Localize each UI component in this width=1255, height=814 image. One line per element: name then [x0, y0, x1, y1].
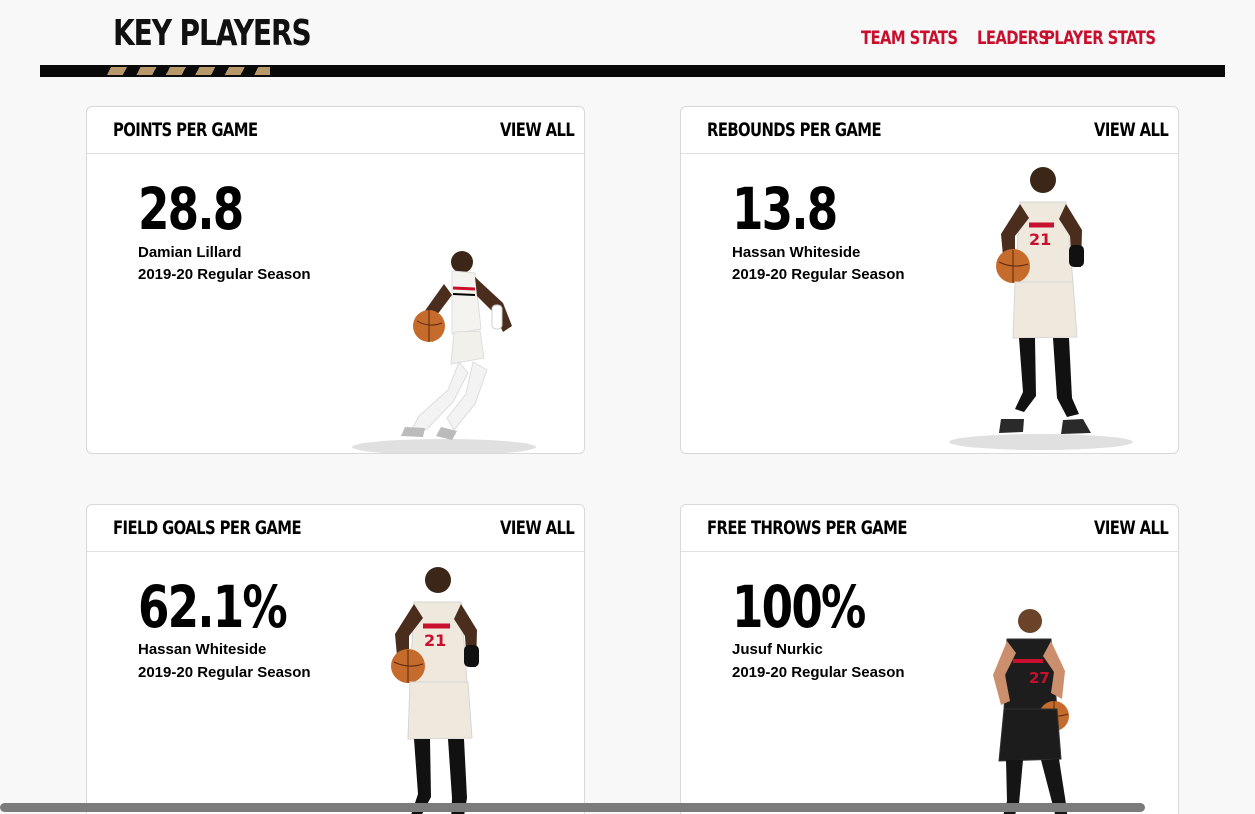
player-photo: [352, 251, 536, 453]
stat-value: 28.8: [138, 175, 244, 243]
player-photo: 21: [391, 567, 479, 814]
player-name: Hassan Whiteside: [732, 244, 861, 261]
field-goals-card: FIELD GOALS PER GAME VIEW ALL 62.1% Hass…: [86, 504, 585, 814]
card-title: FREE THROWS PER GAME: [707, 517, 907, 539]
stat-value: 13.8: [732, 175, 838, 243]
player-photo: 27: [993, 609, 1069, 814]
season-label: 2019-20 Regular Season: [138, 266, 311, 283]
player-photo: 21: [949, 167, 1133, 450]
page-title: KEY PLAYERS: [113, 13, 312, 54]
svg-text:21: 21: [424, 631, 446, 650]
card-title: REBOUNDS PER GAME: [707, 119, 882, 141]
player-name: Jusuf Nurkic: [732, 641, 823, 658]
card-header: FREE THROWS PER GAME VIEW ALL: [681, 505, 1178, 552]
season-label: 2019-20 Regular Season: [732, 266, 905, 283]
stat-value: 62.1%: [138, 573, 288, 641]
nav-player-stats[interactable]: PLAYER STATS: [1044, 26, 1156, 50]
view-all-link[interactable]: VIEW ALL: [1094, 119, 1169, 141]
svg-text:27: 27: [1029, 669, 1050, 687]
free-throws-card: FREE THROWS PER GAME VIEW ALL 100% Jusuf…: [680, 504, 1179, 814]
view-all-link[interactable]: VIEW ALL: [500, 517, 575, 539]
horizontal-scrollbar[interactable]: [0, 803, 1145, 812]
svg-text:21: 21: [1029, 230, 1051, 249]
header-stripe: [40, 65, 1225, 77]
stripe-pattern: [98, 67, 270, 75]
view-all-link[interactable]: VIEW ALL: [500, 119, 575, 141]
card-header: REBOUNDS PER GAME VIEW ALL: [681, 107, 1178, 154]
page-header: KEY PLAYERS TEAM STATS LEADERS PLAYER ST…: [0, 0, 1255, 80]
nav-leaders[interactable]: LEADERS: [977, 26, 1049, 50]
season-label: 2019-20 Regular Season: [732, 664, 905, 681]
player-name: Hassan Whiteside: [138, 641, 267, 658]
points-card: POINTS PER GAME VIEW ALL 28.8 Damian Lil…: [86, 106, 585, 454]
card-title: POINTS PER GAME: [113, 119, 258, 141]
stat-value: 100%: [732, 573, 866, 641]
card-title: FIELD GOALS PER GAME: [113, 517, 302, 539]
rebounds-card: REBOUNDS PER GAME VIEW ALL 13.8 Hassan W…: [680, 106, 1179, 454]
view-all-link[interactable]: VIEW ALL: [1094, 517, 1169, 539]
season-label: 2019-20 Regular Season: [138, 664, 311, 681]
player-name: Damian Lillard: [138, 244, 242, 261]
card-header: POINTS PER GAME VIEW ALL: [87, 107, 584, 154]
nav-team-stats[interactable]: TEAM STATS: [861, 26, 958, 50]
card-header: FIELD GOALS PER GAME VIEW ALL: [87, 505, 584, 552]
